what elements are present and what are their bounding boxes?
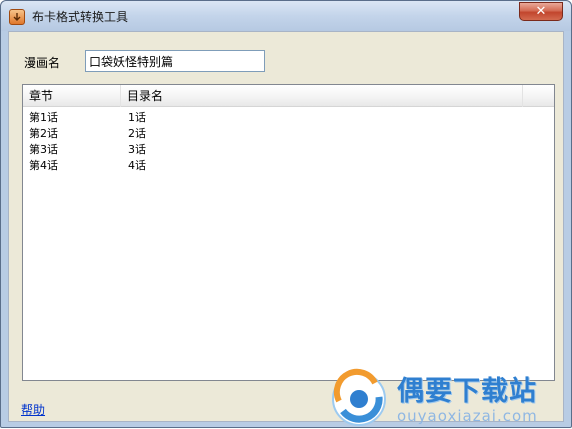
column-header-directory[interactable]: 目录名 [121,85,523,107]
app-window: 布卡格式转换工具 ✕ 漫画名 章节 目录名 第1话 1话 第2话 2话 [0,0,572,428]
close-icon: ✕ [535,4,547,19]
chapter-cell: 第1话 [29,111,58,124]
manga-name-label: 漫画名 [24,56,61,70]
app-icon [9,9,25,25]
chapter-cell: 第3话 [29,143,58,156]
watermark: 偶要下载站 ouyaoxiazai.com [329,367,572,429]
help-link[interactable]: 帮助 [21,401,45,418]
watermark-url: ouyaoxiazai.com [397,407,538,425]
list-row[interactable]: 第4话 4话 [23,156,554,172]
list-row[interactable]: 第2话 2话 [23,124,554,140]
list-header: 章节 目录名 [23,85,554,107]
chapter-cell: 第2话 [29,127,58,140]
window-title: 布卡格式转换工具 [32,10,129,24]
watermark-text: 偶要下载站 [397,376,537,407]
column-header-filler [523,85,554,107]
list-row[interactable]: 第1话 1话 [23,108,554,124]
chapter-list-view[interactable]: 章节 目录名 第1话 1话 第2话 2话 第3话 3话 第4话 4话 [22,84,555,381]
list-body: 第1话 1话 第2话 2话 第3话 3话 第4话 4话 [23,108,554,172]
client-area: 漫画名 章节 目录名 第1话 1话 第2话 2话 第3话 3话 [8,31,564,422]
directory-cell: 2话 [128,127,146,140]
list-row[interactable]: 第3话 3话 [23,140,554,156]
title-bar[interactable]: 布卡格式转换工具 ✕ [1,1,571,31]
chapter-cell: 第4话 [29,159,58,172]
close-button[interactable]: ✕ [519,2,563,21]
directory-cell: 1话 [128,111,146,124]
directory-cell: 4话 [128,159,146,172]
column-header-chapter[interactable]: 章节 [23,85,121,107]
directory-cell: 3话 [128,143,146,156]
watermark-logo-icon [332,368,386,426]
manga-name-input[interactable] [85,50,265,72]
